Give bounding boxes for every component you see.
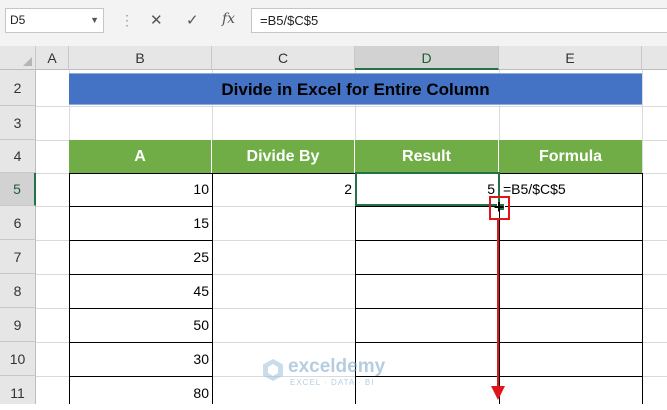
formula-input[interactable]: =B5/$C$5 [251,8,667,33]
table-cell[interactable]: 15 [70,206,209,240]
gridline [36,106,667,107]
column-header-e[interactable]: E [499,46,642,70]
table-cell[interactable]: 80 [70,376,209,410]
cancel-icon[interactable]: ✕ [150,11,163,29]
active-cell-selection [355,172,500,206]
name-box[interactable]: D5 ▼ [5,8,104,33]
formula-text-cell[interactable]: =B5/$C$5 [503,173,639,206]
arrow-down-icon [491,386,505,400]
select-all-corner[interactable] [0,46,36,70]
row-header-11[interactable]: 11 [0,376,36,404]
watermark: exceldemy EXCEL · DATA · BI [262,356,412,390]
row-header-8[interactable]: 8 [0,274,36,308]
column-header-d[interactable]: D [355,46,499,70]
column-header-b[interactable]: B [69,46,212,70]
header-cell-a[interactable]: A [69,140,212,173]
exceldemy-logo-icon [263,359,283,381]
header-cell-divide-by[interactable]: Divide By [212,140,355,173]
row-header-2[interactable]: 2 [0,70,36,106]
header-cell-result[interactable]: Result [355,140,499,173]
row-header-9[interactable]: 9 [0,308,36,342]
column-header-a[interactable]: A [36,46,69,70]
header-cell-formula[interactable]: Formula [499,140,642,173]
watermark-tagline: EXCEL · DATA · BI [290,378,375,387]
column-header-c[interactable]: C [212,46,355,70]
table-cell[interactable]: 50 [70,308,209,342]
table-cell[interactable]: 30 [70,342,209,376]
watermark-name: exceldemy [288,356,386,377]
row-header-6[interactable]: 6 [0,206,36,240]
row-header-3[interactable]: 3 [0,106,36,140]
chevron-down-icon[interactable]: ▼ [90,9,99,32]
row-header-4[interactable]: 4 [0,140,36,173]
insert-function-icon[interactable]: fx [222,11,235,27]
row-header-7[interactable]: 7 [0,240,36,274]
column-header-f[interactable] [642,46,667,70]
table-border [212,173,213,404]
table-border [642,173,643,404]
table-cell[interactable]: 10 [70,173,209,206]
crosshair-icon: + [493,197,505,217]
row-header-10[interactable]: 10 [0,342,36,376]
divide-by-cell[interactable]: 2 [213,173,352,206]
table-cell[interactable]: 45 [70,274,209,308]
row-header-5[interactable]: 5 [0,173,36,206]
enter-icon[interactable]: ✓ [186,11,199,29]
drag-arrow-line [497,220,499,388]
separator-dots-icon: ⋮ [120,12,135,28]
table-cell[interactable]: 25 [70,240,209,274]
sheet-title: Divide in Excel for Entire Column [69,73,642,105]
formula-bar: D5 ▼ ⋮ ✕ ✓ fx =B5/$C$5 [0,0,667,46]
name-box-value: D5 [10,13,26,27]
